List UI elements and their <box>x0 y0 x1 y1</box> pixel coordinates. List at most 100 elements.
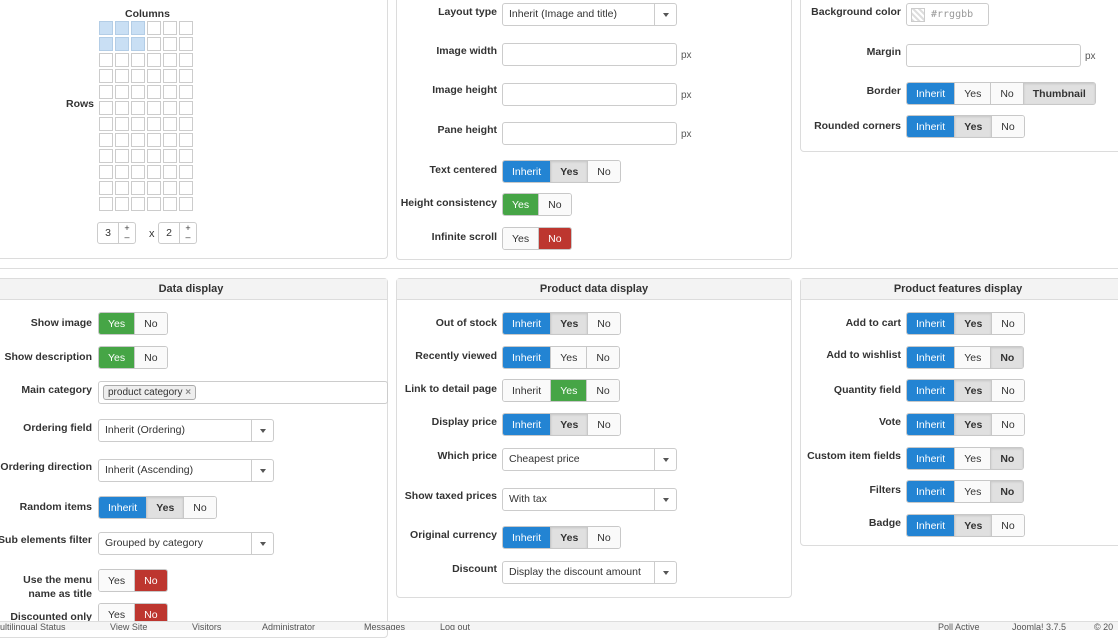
recently-viewed-yes[interactable]: Yes <box>550 347 587 368</box>
grid-cell[interactable] <box>131 21 145 35</box>
add-to-wishlist-no[interactable]: No <box>990 347 1024 368</box>
rounded-yes[interactable]: Yes <box>954 116 992 137</box>
grid-cell[interactable] <box>131 149 145 163</box>
random-items-no[interactable]: No <box>183 497 216 518</box>
rounded-no[interactable]: No <box>991 116 1024 137</box>
grid-cell[interactable] <box>131 37 145 51</box>
grid-cell[interactable] <box>99 181 113 195</box>
grid-cell[interactable] <box>147 53 161 67</box>
bg-color-input[interactable]: #rrggbb <box>906 3 989 26</box>
add-to-cart-yes[interactable]: Yes <box>954 313 992 334</box>
quantity-field-no[interactable]: No <box>991 380 1024 401</box>
border-no[interactable]: No <box>990 83 1023 104</box>
height-consistency-yes[interactable]: Yes <box>503 194 539 215</box>
image-width-input[interactable] <box>502 43 677 66</box>
vote-toggle[interactable]: Inherit Yes No <box>906 413 1025 436</box>
height-consistency-no[interactable]: No <box>538 194 571 215</box>
filters-yes[interactable]: Yes <box>954 481 991 502</box>
grid-cell[interactable] <box>147 69 161 83</box>
grid-cell[interactable] <box>99 53 113 67</box>
grid-cell[interactable] <box>179 101 193 115</box>
badge-yes[interactable]: Yes <box>954 515 992 536</box>
grid-cell[interactable] <box>131 117 145 131</box>
badge-inherit[interactable]: Inherit <box>907 515 955 536</box>
link-detail-toggle[interactable]: Inherit Yes No <box>502 379 620 402</box>
grid-cell[interactable] <box>115 101 129 115</box>
status-view-site[interactable]: View Site <box>110 622 147 630</box>
rows-decrement[interactable]: – <box>124 233 129 242</box>
grid-cell[interactable] <box>163 101 177 115</box>
grid-cell[interactable] <box>115 149 129 163</box>
grid-cell[interactable] <box>99 85 113 99</box>
grid-cell[interactable] <box>179 53 193 67</box>
show-image-toggle[interactable]: Yes No <box>98 312 168 335</box>
grid-cell[interactable] <box>163 21 177 35</box>
height-consistency-toggle[interactable]: Yes No <box>502 193 572 216</box>
taxed-prices-select[interactable]: With tax <box>502 488 677 511</box>
grid-cell[interactable] <box>99 101 113 115</box>
out-of-stock-yes[interactable]: Yes <box>550 313 588 334</box>
grid-cell[interactable] <box>179 149 193 163</box>
original-currency-no[interactable]: No <box>587 527 620 548</box>
grid-cell[interactable] <box>99 37 113 51</box>
border-inherit[interactable]: Inherit <box>907 83 955 104</box>
grid-cell[interactable] <box>115 37 129 51</box>
remove-tag-icon[interactable]: × <box>185 387 191 398</box>
grid-cell[interactable] <box>115 21 129 35</box>
pane-height-input[interactable] <box>502 122 677 145</box>
quantity-field-yes[interactable]: Yes <box>954 380 992 401</box>
grid-cell[interactable] <box>131 53 145 67</box>
grid-cell[interactable] <box>163 117 177 131</box>
which-price-select[interactable]: Cheapest price <box>502 448 677 471</box>
random-items-inherit[interactable]: Inherit <box>99 497 147 518</box>
grid-cell[interactable] <box>131 69 145 83</box>
grid-cell[interactable] <box>147 37 161 51</box>
grid-cell[interactable] <box>179 37 193 51</box>
filters-toggle[interactable]: Inherit Yes No <box>906 480 1025 503</box>
badge-toggle[interactable]: Inherit Yes No <box>906 514 1025 537</box>
show-description-no[interactable]: No <box>134 347 167 368</box>
grid-cell[interactable] <box>131 165 145 179</box>
grid-cell[interactable] <box>115 53 129 67</box>
menu-title-no[interactable]: No <box>134 570 167 591</box>
out-of-stock-no[interactable]: No <box>587 313 620 334</box>
menu-title-toggle[interactable]: Yes No <box>98 569 168 592</box>
grid-cell[interactable] <box>115 181 129 195</box>
infinite-scroll-yes[interactable]: Yes <box>503 228 539 249</box>
custom-fields-inherit[interactable]: Inherit <box>907 448 955 469</box>
text-centered-inherit[interactable]: Inherit <box>503 161 551 182</box>
grid-cell[interactable] <box>163 69 177 83</box>
rows-stepper[interactable]: 3 + – <box>97 222 136 244</box>
grid-cell[interactable] <box>147 101 161 115</box>
grid-cell[interactable] <box>163 37 177 51</box>
out-of-stock-inherit[interactable]: Inherit <box>503 313 551 334</box>
grid-cell[interactable] <box>163 197 177 211</box>
grid-cell[interactable] <box>115 197 129 211</box>
grid-cell[interactable] <box>163 53 177 67</box>
ordering-field-select[interactable]: Inherit (Ordering) <box>98 419 274 442</box>
filters-inherit[interactable]: Inherit <box>907 481 955 502</box>
grid-cell[interactable] <box>131 197 145 211</box>
add-to-wishlist-inherit[interactable]: Inherit <box>907 347 955 368</box>
text-centered-yes[interactable]: Yes <box>550 161 588 182</box>
grid-cell[interactable] <box>147 133 161 147</box>
add-to-wishlist-yes[interactable]: Yes <box>954 347 991 368</box>
grid-cell[interactable] <box>163 149 177 163</box>
link-detail-inherit[interactable]: Inherit <box>503 380 551 401</box>
grid-cell[interactable] <box>179 133 193 147</box>
custom-fields-no[interactable]: No <box>990 448 1024 469</box>
grid-cell[interactable] <box>147 117 161 131</box>
status-multilingual[interactable]: ultilingual Status <box>0 622 66 630</box>
grid-cell[interactable] <box>147 21 161 35</box>
ordering-direction-select[interactable]: Inherit (Ascending) <box>98 459 274 482</box>
cols-stepper[interactable]: 2 + – <box>158 222 197 244</box>
grid-cell[interactable] <box>147 197 161 211</box>
grid-cell[interactable] <box>99 197 113 211</box>
grid-cell[interactable] <box>147 165 161 179</box>
grid-cell[interactable] <box>131 85 145 99</box>
add-to-cart-toggle[interactable]: Inherit Yes No <box>906 312 1025 335</box>
quantity-field-toggle[interactable]: Inherit Yes No <box>906 379 1025 402</box>
rounded-toggle[interactable]: Inherit Yes No <box>906 115 1025 138</box>
link-detail-no[interactable]: No <box>586 380 619 401</box>
recently-viewed-inherit[interactable]: Inherit <box>503 347 551 368</box>
